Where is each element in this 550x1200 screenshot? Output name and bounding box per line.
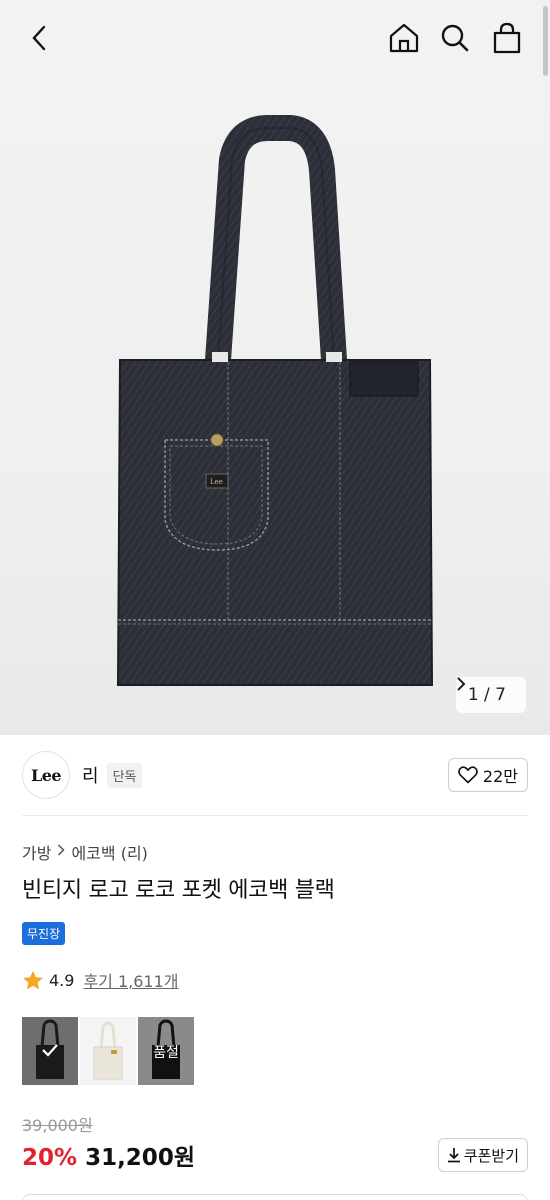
svg-text:Lee: Lee [210,478,223,486]
search-icon [441,24,469,52]
home-icon [389,23,419,53]
option-thumbnail-black[interactable] [22,1017,78,1085]
breadcrumb-category[interactable]: 가방 [22,840,51,864]
brand-name[interactable]: 리 [82,762,99,788]
search-button[interactable] [435,18,475,58]
home-button[interactable] [384,18,424,58]
coupon-label: 쿠폰받기 [463,1146,519,1165]
like-button[interactable]: 22만 [447,758,528,792]
scrollbar[interactable] [543,6,548,76]
discount-rate: 20% [22,1145,78,1171]
brand-row: Lee 리 단독 22만 [22,748,528,802]
brand-logo[interactable]: Lee [22,751,70,799]
heart-icon [458,766,478,784]
chevron-right-icon [57,844,66,860]
tote-bag-thumbnail [93,1021,123,1080]
option-thumbnail-ivory[interactable] [80,1017,136,1085]
cart-button[interactable] [487,18,527,58]
product-title: 빈티지 로고 로코 포켓 에코백 블랙 [22,878,335,903]
sale-price: 31,200원 [85,1145,195,1171]
image-counter[interactable]: 1 / 7 [455,677,526,713]
top-navigation-bar [0,0,550,76]
download-icon [447,1148,460,1163]
exclusive-badge: 단독 [106,762,143,788]
denim-tote-bag-illustration: Lee [116,115,434,686]
back-button[interactable] [20,18,60,58]
divider [22,815,528,816]
like-count: 22만 [482,767,518,786]
option-thumbnail-soldout[interactable]: 품절 [138,1017,194,1085]
price-row: 20% 31,200원 [22,1138,195,1172]
next-section-box [22,1194,528,1200]
rating-row: 4.9 후기 1,611개 [22,968,179,992]
breadcrumb: 가방 에코백 (리) [22,840,148,864]
checkmark-icon [42,1044,58,1057]
soldout-label: 품절 [153,1045,179,1061]
product-image[interactable]: Lee 1 / 7 [0,0,550,735]
original-price: 39,000원 [22,1116,93,1135]
reviews-link[interactable]: 후기 1,611개 [83,968,178,992]
shipping-badge: 무진장 [22,922,66,945]
image-counter-text: 1 / 7 [467,685,506,705]
shopping-bag-icon [493,22,521,54]
chevron-left-icon [32,25,46,51]
star-icon [23,970,43,989]
coupon-button[interactable]: 쿠폰받기 [437,1138,528,1172]
option-thumbnails: 품절 [22,1017,194,1085]
rating-score: 4.9 [49,970,75,990]
breadcrumb-subcategory[interactable]: 에코백 (리) [71,840,147,864]
